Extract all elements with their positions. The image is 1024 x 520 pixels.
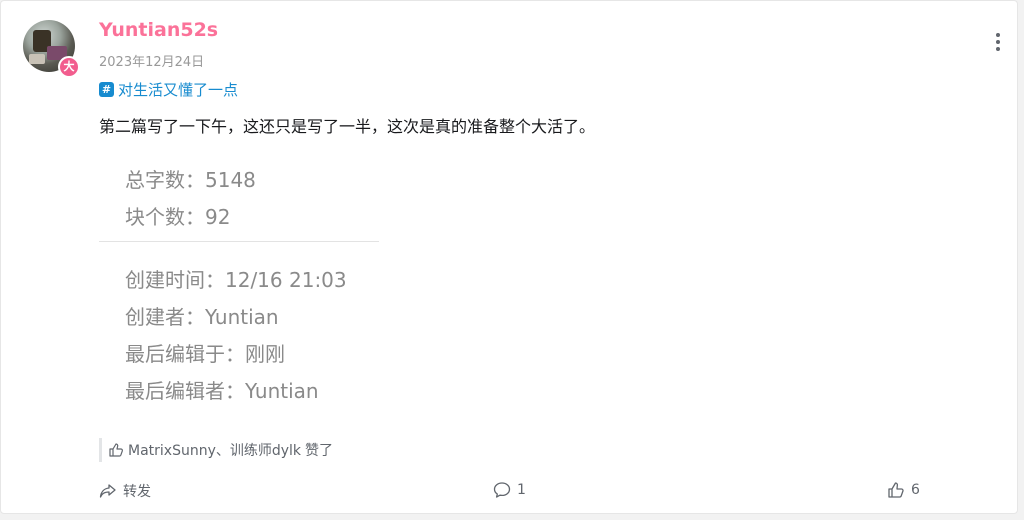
embed-created-time: 创建时间：12/16 21:03: [125, 268, 347, 292]
liked-by-suffix: 赞了: [305, 443, 334, 459]
embed-creator: 创建者：Yuntian: [125, 305, 279, 329]
forward-icon: [99, 484, 116, 498]
forward-button[interactable]: 转发: [99, 481, 151, 501]
dynamic-post-card: 大 Yuntian52s 2023年12月24日 # 对生活又懂了一点 第二篇写…: [0, 0, 1018, 514]
like-icon: [888, 482, 904, 498]
more-options-icon[interactable]: [989, 31, 1007, 55]
comment-count: 1: [517, 482, 526, 498]
liked-by-bar: MatrixSunny、训练师dylk 赞了: [99, 438, 333, 462]
liked-by-names[interactable]: MatrixSunny、训练师dylk: [128, 440, 301, 460]
like-count: 6: [911, 482, 920, 498]
like-button[interactable]: 6: [887, 481, 920, 499]
topic-link[interactable]: # 对生活又懂了一点: [99, 79, 238, 100]
embed-divider: [99, 241, 379, 242]
vip-badge-icon: 大: [58, 56, 80, 78]
embed-last-editor: 最后编辑者：Yuntian: [125, 379, 319, 403]
username-link[interactable]: Yuntian52s: [99, 19, 218, 41]
post-date: 2023年12月24日: [99, 55, 205, 70]
embed-block-count: 块个数：92: [125, 205, 231, 229]
thumbs-up-icon: [109, 443, 123, 457]
post-text: 第二篇写了一下午，这还只是写了一半，这次是真的准备整个大活了。: [99, 117, 596, 136]
topic-label: 对生活又懂了一点: [118, 81, 239, 99]
comment-button[interactable]: 1: [493, 481, 526, 499]
topic-hash-icon: #: [99, 82, 114, 97]
embed-last-edited: 最后编辑于：刚刚: [125, 342, 285, 366]
avatar-image-detail: [29, 54, 45, 64]
forward-label: 转发: [123, 484, 151, 500]
embed-word-count: 总字数：5148: [125, 168, 256, 192]
comment-icon: [493, 482, 511, 498]
